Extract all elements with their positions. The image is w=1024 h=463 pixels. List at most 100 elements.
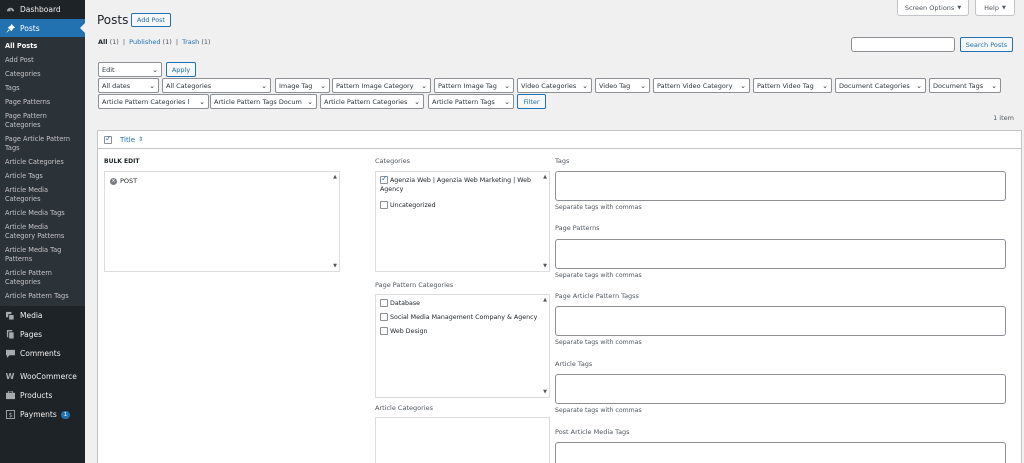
submenu-page-pattern-categories[interactable]: Page Pattern Categories <box>0 110 85 133</box>
submenu-article-media-category-patterns[interactable]: Article Media Category Patterns <box>0 221 85 244</box>
chevron-down-icon: ⌄ <box>740 81 746 90</box>
scroll-up-icon[interactable]: ▲ <box>543 174 547 180</box>
filter-article-pattern-categories-l-label: Article Pattern Categories l <box>102 97 190 106</box>
filter-pattern-image-category[interactable]: Pattern Image Category ⌄ <box>332 78 431 93</box>
submenu-add-post[interactable]: Add Post <box>0 54 85 68</box>
menu-media[interactable]: Media <box>0 306 85 325</box>
submenu-article-pattern-categories[interactable]: Article Pattern Categories <box>0 267 85 290</box>
search-posts-button[interactable]: Search Posts <box>960 37 1013 52</box>
filter-pattern-image-tag-label: Pattern Image Tag <box>438 81 497 90</box>
tags-textarea[interactable] <box>555 171 1006 201</box>
sort-icon[interactable]: ⇕ <box>138 136 143 143</box>
filter-document-categories[interactable]: Document Categories ⌄ <box>835 78 926 93</box>
page-pattern-category-item[interactable]: Database <box>380 299 420 307</box>
payments-badge: 1 <box>60 410 71 419</box>
category-label: Uncategorized <box>390 202 436 209</box>
scroll-down-icon[interactable]: ▼ <box>543 389 547 395</box>
page-pattern-category-checkbox[interactable] <box>380 327 388 335</box>
scroll-up-icon[interactable]: ▲ <box>543 297 547 303</box>
filter-categories[interactable]: All Categories ⌄ <box>162 78 271 93</box>
submenu-article-media-categories[interactable]: Article Media Categories <box>0 184 85 207</box>
page-pattern-category-checkbox[interactable] <box>380 299 388 307</box>
category-checkbox[interactable] <box>380 201 388 209</box>
filter-video-tag[interactable]: Video Tag ⌄ <box>595 78 650 93</box>
apply-button[interactable]: Apply <box>166 62 196 77</box>
filter-button[interactable]: Filter <box>517 94 546 109</box>
post-article-media-tags-textarea[interactable] <box>555 442 1006 463</box>
admin-sidebar: Dashboard Posts All Posts Add Post Categ… <box>0 0 85 463</box>
submenu-article-pattern-tags[interactable]: Article Pattern Tags <box>0 290 85 304</box>
article-tags-textarea[interactable] <box>555 374 1006 404</box>
filter-article-pattern-categories[interactable]: Article Pattern Categories ⌄ <box>320 94 424 109</box>
scroll-up-icon[interactable]: ▲ <box>333 174 337 180</box>
filter-article-pattern-categories-l[interactable]: Article Pattern Categories l ⌄ <box>98 94 209 109</box>
chevron-down-icon: ⌄ <box>152 65 158 74</box>
title-column-header[interactable]: Title <box>120 136 135 144</box>
menu-woocommerce[interactable]: W WooCommerce <box>0 367 85 386</box>
remove-icon[interactable]: × <box>110 177 117 185</box>
page-title: Posts <box>97 13 129 27</box>
category-item[interactable]: Agenzia Web | Agenzia Web Marketing | We… <box>380 174 538 194</box>
posts-table: Title ⇕ BULK EDIT × POST ▲ ▼ Categories … <box>97 130 1022 463</box>
category-item[interactable]: Uncategorized <box>380 201 436 209</box>
page-pattern-category-item[interactable]: Social Media Management Company & Agency <box>380 313 537 321</box>
page-pattern-category-label: Database <box>390 300 421 307</box>
filter-video-categories-label: Video Categories <box>521 81 577 90</box>
help-tab[interactable]: Help ▼ <box>975 0 1015 16</box>
submenu-article-media-tags[interactable]: Article Media Tags <box>0 207 85 221</box>
add-post-button[interactable]: Add Post <box>131 13 171 27</box>
page-patterns-textarea[interactable] <box>555 239 1006 269</box>
menu-products[interactable]: Products <box>0 386 85 405</box>
payments-icon: $ <box>0 410 20 419</box>
chevron-down-icon: ⌄ <box>414 97 420 106</box>
submenu-categories[interactable]: Categories <box>0 68 85 82</box>
scroll-down-icon[interactable]: ▼ <box>543 263 547 269</box>
submenu-page-article-pattern-tags[interactable]: Page Article Pattern Tags <box>0 133 85 156</box>
submenu-article-tags[interactable]: Article Tags <box>0 170 85 184</box>
menu-comments[interactable]: Comments <box>0 344 85 363</box>
category-checkbox[interactable] <box>380 174 388 184</box>
tags-help: Separate tags with commas <box>555 204 642 211</box>
view-trash[interactable]: Trash <box>182 38 199 46</box>
screen-options-tab[interactable]: Screen Options ▼ <box>897 0 969 16</box>
filter-article-pattern-tags-docum[interactable]: Article Pattern Tags Docum ⌄ <box>210 94 317 109</box>
bulk-action-select[interactable]: Edit ⌄ <box>98 62 162 77</box>
submenu-tags[interactable]: Tags <box>0 82 85 96</box>
main-content: Screen Options ▼ Help ▼ Posts Add Post A… <box>85 0 1024 463</box>
filter-video-categories[interactable]: Video Categories ⌄ <box>517 78 592 93</box>
submenu-article-media-tag-patterns[interactable]: Article Media Tag Patterns <box>0 244 85 267</box>
filter-dates[interactable]: All dates ⌄ <box>98 78 159 93</box>
bulk-edit-heading: BULK EDIT <box>104 158 140 165</box>
page-article-pattern-tags-label: Page Article Pattern Tagss <box>555 292 639 300</box>
filter-image-tag-label: Image Tag <box>279 81 313 90</box>
page-pattern-category-item[interactable]: Web Design <box>380 327 427 335</box>
svg-text:$: $ <box>8 412 12 419</box>
page-pattern-category-checkbox[interactable] <box>380 313 388 321</box>
submenu-article-categories[interactable]: Article Categories <box>0 156 85 170</box>
dashboard-icon <box>0 5 20 14</box>
filter-pattern-video-tag[interactable]: Pattern Video Tag ⌄ <box>753 78 832 93</box>
scroll-down-icon[interactable]: ▼ <box>333 263 337 269</box>
menu-dashboard[interactable]: Dashboard <box>0 0 85 19</box>
chevron-down-icon: ⌄ <box>640 81 646 90</box>
submenu-page-patterns[interactable]: Page Patterns <box>0 96 85 110</box>
menu-pages[interactable]: Pages <box>0 325 85 344</box>
select-all-checkbox[interactable] <box>104 134 112 144</box>
filter-article-pattern-tags[interactable]: Article Pattern Tags ⌄ <box>428 94 514 109</box>
screen-options-label: Screen Options <box>904 3 955 12</box>
filter-article-pattern-categories-label: Article Pattern Categories <box>324 97 408 106</box>
menu-posts[interactable]: Posts <box>0 19 85 37</box>
status-views: All (1) | Published (1) | Trash (1) <box>98 38 211 46</box>
filter-pattern-image-tag[interactable]: Pattern Image Tag ⌄ <box>434 78 514 93</box>
filter-image-tag[interactable]: Image Tag ⌄ <box>275 78 330 93</box>
view-all[interactable]: All <box>98 38 108 46</box>
view-published[interactable]: Published <box>129 38 160 46</box>
filter-pattern-video-category[interactable]: Pattern Video Category ⌄ <box>653 78 750 93</box>
search-input[interactable] <box>851 37 955 52</box>
caret-down-icon: ▼ <box>957 4 962 11</box>
filter-document-tags[interactable]: Document Tags ⌄ <box>929 78 1001 93</box>
page-article-pattern-tags-textarea[interactable] <box>555 306 1006 336</box>
menu-payments[interactable]: $ Payments 1 <box>0 405 85 424</box>
submenu-all-posts[interactable]: All Posts <box>0 40 85 54</box>
chevron-down-icon: ⌄ <box>916 81 922 90</box>
